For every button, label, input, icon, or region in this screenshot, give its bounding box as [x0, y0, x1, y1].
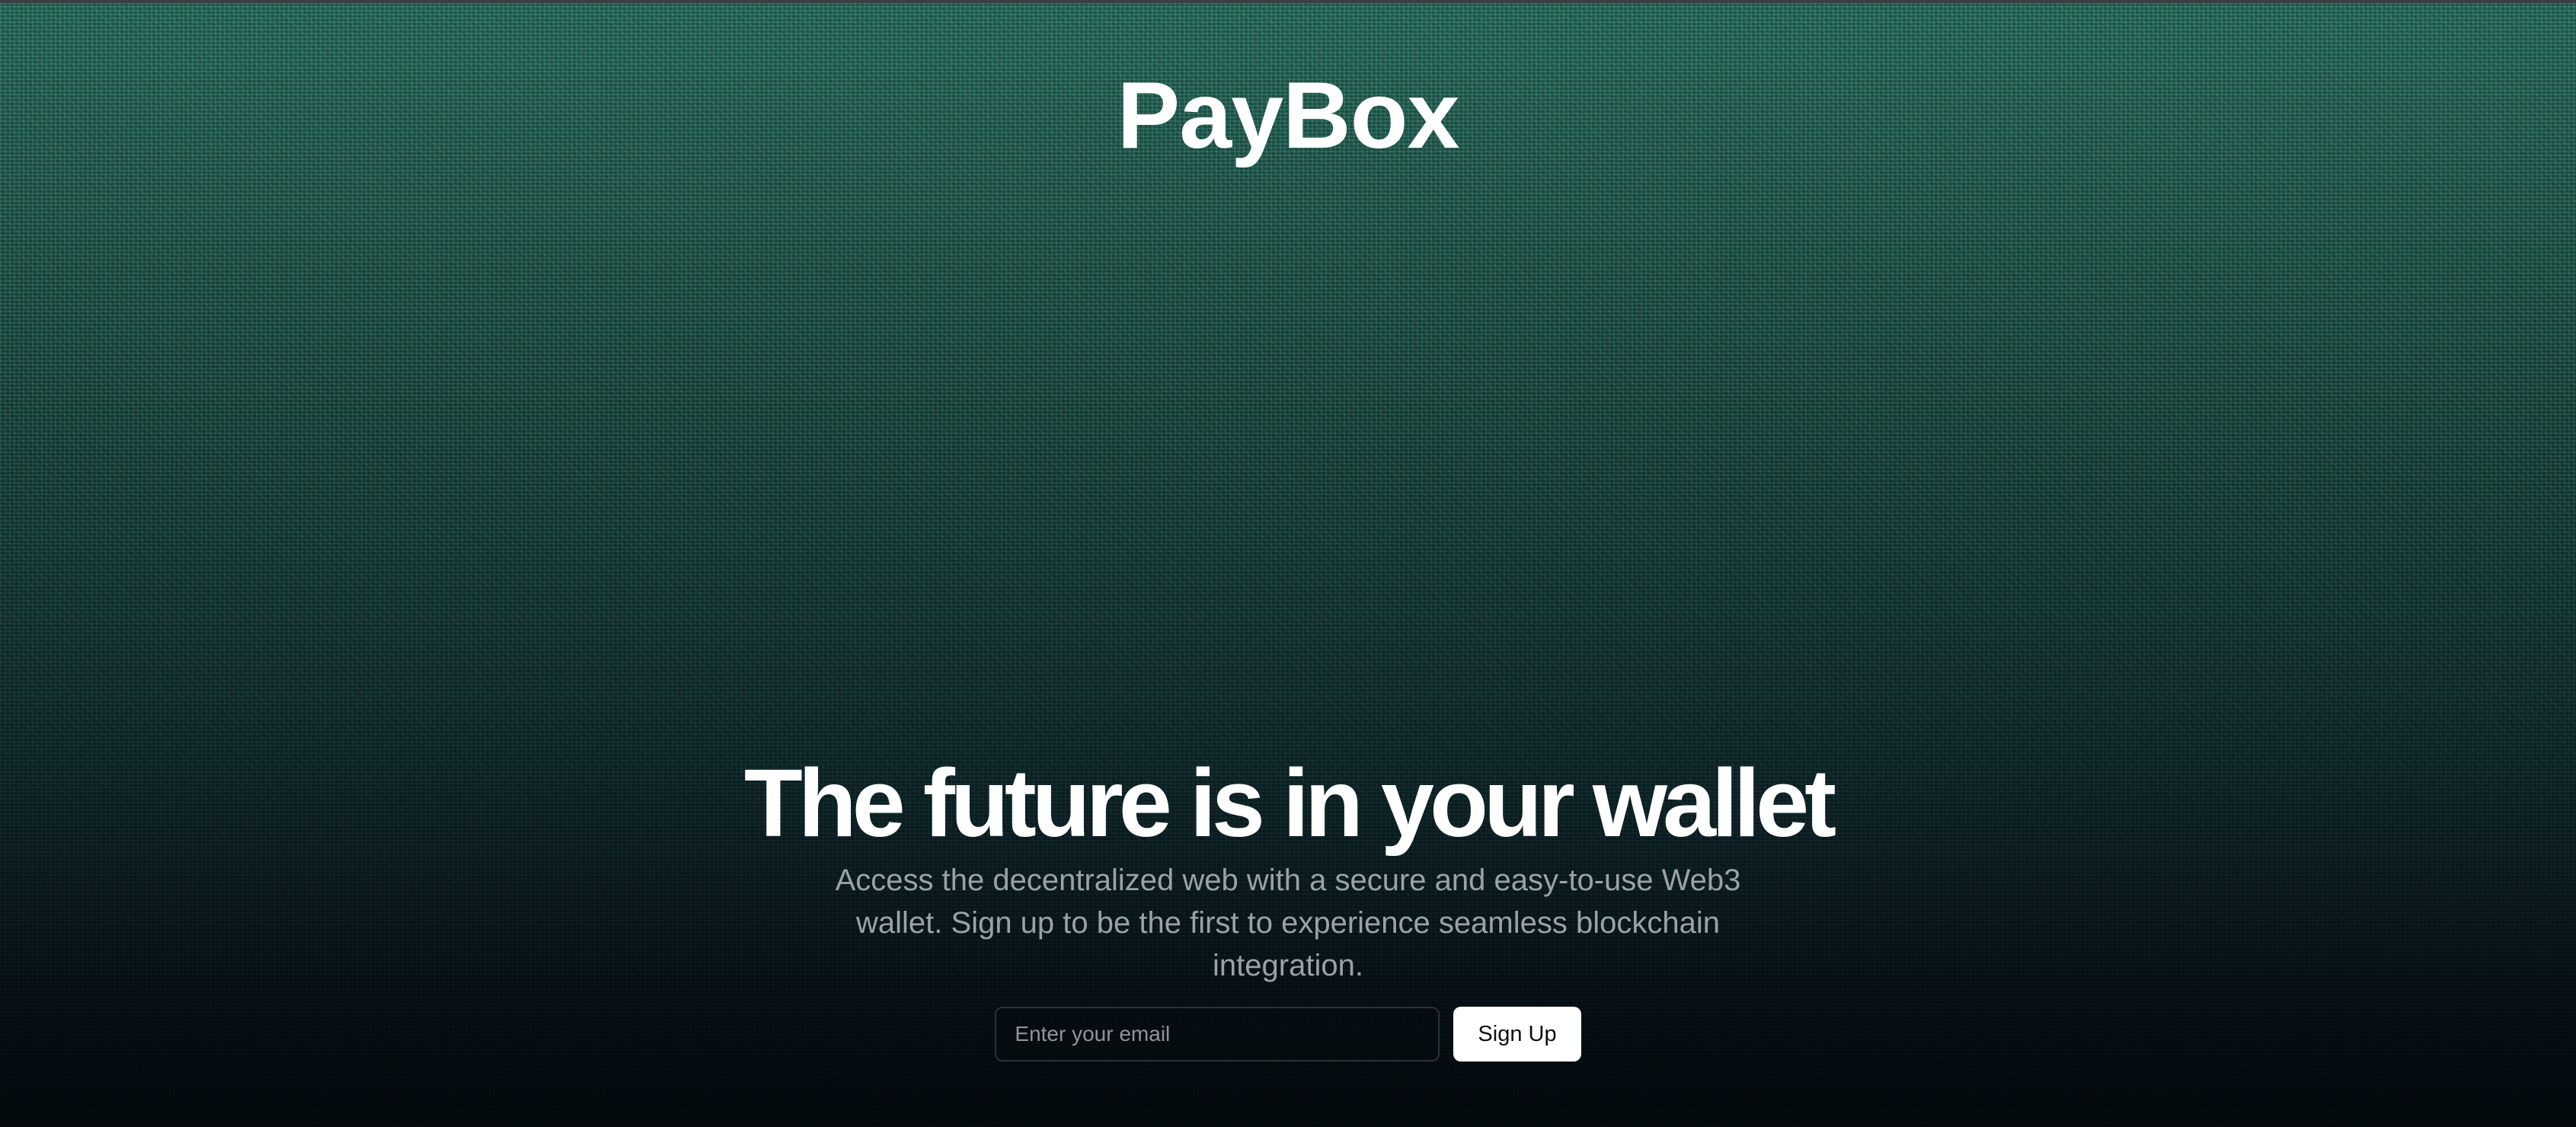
hero-section: The future is in your wallet Access the …	[0, 748, 2576, 1062]
sign-up-button[interactable]: Sign Up	[1453, 1007, 1581, 1062]
email-input[interactable]	[995, 1007, 1440, 1062]
hero-headline: The future is in your wallet	[743, 749, 1836, 857]
brand-logo-text: PayBox	[1117, 63, 1460, 168]
signup-form: Sign Up	[995, 1007, 1581, 1062]
hero-subtext: Access the decentralized web with a secu…	[835, 864, 1741, 982]
top-border	[0, 0, 2576, 3]
